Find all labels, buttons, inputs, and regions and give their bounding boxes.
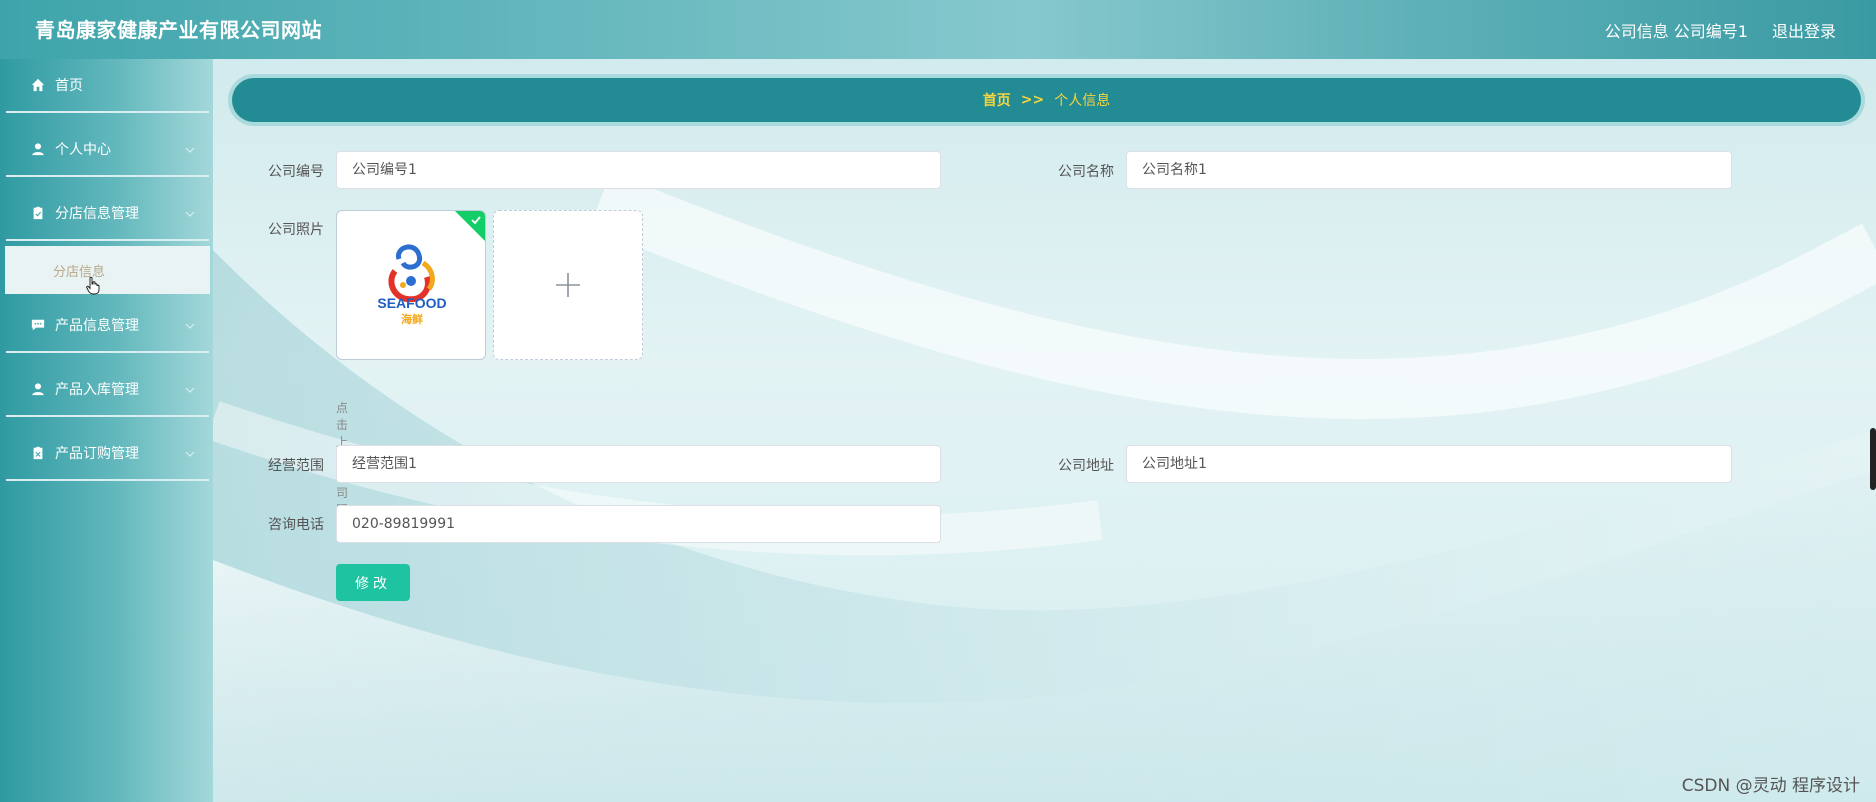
plus-icon (556, 273, 580, 297)
chevron-down-icon (185, 387, 195, 393)
site-title: 青岛康家健康产业有限公司网站 (35, 18, 322, 42)
sidebar-item-label: 产品信息管理 (55, 318, 139, 334)
company-no-input[interactable]: 公司编号1 (336, 151, 941, 189)
sidebar-subitem-branch-info[interactable]: 分店信息 (5, 246, 210, 294)
company-name-label: 公司名称 (1058, 164, 1114, 180)
sidebar-item-label: 产品入库管理 (55, 382, 139, 398)
clipboard-x-icon (33, 446, 43, 460)
chevron-down-icon (185, 323, 195, 329)
company-address-input[interactable]: 公司地址1 (1126, 445, 1732, 483)
company-no-label: 公司编号 (268, 164, 324, 180)
header-right: 公司信息 公司编号1 退出登录 (1605, 18, 1836, 42)
sidebar-item-label: 个人中心 (55, 142, 111, 158)
company-photo-label: 公司照片 (268, 222, 324, 238)
edit-submit-button[interactable]: 修改 (336, 564, 410, 601)
chevron-down-icon (185, 147, 195, 153)
business-scope-input[interactable]: 经营范围1 (336, 445, 941, 483)
breadcrumb: 首页 >> 个人信息 (232, 78, 1861, 122)
top-header: 青岛康家健康产业有限公司网站 公司信息 公司编号1 退出登录 (0, 0, 1876, 59)
sidebar-item-branch-management[interactable]: 分店信息管理 (6, 187, 209, 241)
sidebar-item-home[interactable]: 首页 (6, 59, 209, 113)
company-name-input[interactable]: 公司名称1 (1126, 151, 1732, 189)
phone-input[interactable]: 020-89819991 (336, 505, 941, 543)
watermark: CSDN @灵动 程序设计 (1681, 776, 1860, 796)
sidebar-item-product-management[interactable]: 产品信息管理 (6, 299, 209, 353)
uploaded-photo-card[interactable]: SEAFOOD 海鲜 (336, 210, 486, 360)
breadcrumb-home[interactable]: 首页 (983, 90, 1011, 110)
sidebar-item-label: 分店信息管理 (55, 206, 139, 222)
upload-add-button[interactable] (493, 210, 643, 360)
user-icon (32, 383, 44, 396)
user-info: 公司信息 公司编号1 (1604, 22, 1748, 41)
home-icon (31, 78, 45, 92)
sidebar-item-order-management[interactable]: 产品订购管理 (6, 427, 209, 481)
chevron-down-icon (185, 211, 195, 217)
logo-text-top: SEAFOOD (377, 295, 446, 311)
sidebar-item-personal-center[interactable]: 个人中心 (6, 123, 209, 177)
check-icon (471, 216, 481, 225)
user-icon (32, 143, 44, 156)
chevron-down-icon (185, 451, 195, 457)
sidebar-item-label: 首页 (55, 78, 83, 94)
scrollbar-handle[interactable] (1870, 428, 1876, 490)
company-address-label: 公司地址 (1058, 458, 1114, 474)
business-scope-label: 经营范围 (268, 458, 324, 474)
logo-text-bottom: 海鲜 (401, 312, 423, 326)
phone-label: 咨询电话 (268, 517, 324, 533)
sidebar-item-stock-in-management[interactable]: 产品入库管理 (6, 363, 209, 417)
sidebar-item-label: 产品订购管理 (55, 446, 139, 462)
breadcrumb-current: 个人信息 (1054, 93, 1111, 109)
breadcrumb-separator: >> (1020, 92, 1045, 108)
sidebar: 首页 个人中心 分店信息管理 分店信息 产品信息管理 产品入库管理 产品订购管理 (0, 59, 213, 802)
mouse-cursor-icon (86, 277, 100, 295)
clipboard-icon (33, 206, 43, 220)
chat-icon (31, 319, 45, 331)
logout-link[interactable]: 退出登录 (1772, 18, 1836, 42)
